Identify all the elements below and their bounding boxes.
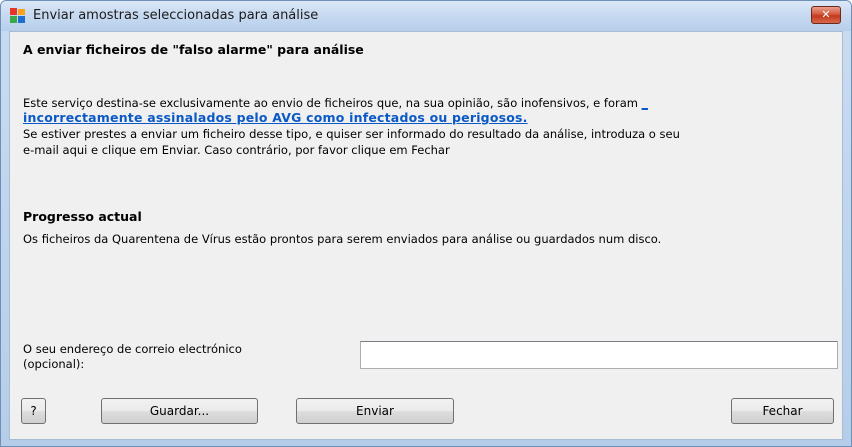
intro-line-2: incorrectamente assinalados pelo AVG com… bbox=[23, 110, 528, 125]
save-button[interactable]: Guardar... bbox=[101, 398, 258, 424]
progress-title: Progresso actual bbox=[23, 209, 142, 224]
dialog-content: A enviar ficheiros de "falso alarme" par… bbox=[9, 31, 843, 440]
send-button[interactable]: Enviar bbox=[296, 398, 454, 424]
close-window-button[interactable]: ✕ bbox=[811, 6, 841, 24]
email-label-line-2: (opcional): bbox=[23, 357, 85, 371]
avg-app-icon bbox=[10, 8, 25, 23]
intro-line-1: Este serviço destina-se exclusivamente a… bbox=[23, 95, 648, 110]
help-button[interactable]: ? bbox=[21, 398, 46, 424]
email-input[interactable] bbox=[360, 341, 838, 369]
title-bar[interactable]: Enviar amostras seleccionadas para análi… bbox=[1, 1, 851, 31]
close-icon: ✕ bbox=[821, 8, 831, 21]
intro-line-4: e-mail aqui e clique em Enviar. Caso con… bbox=[23, 143, 450, 157]
false-alarm-link[interactable]: incorrectamente assinalados pelo AVG com… bbox=[23, 110, 528, 125]
dialog-heading: A enviar ficheiros de "falso alarme" par… bbox=[23, 42, 364, 57]
close-button[interactable]: Fechar bbox=[731, 398, 834, 424]
window-title: Enviar amostras seleccionadas para análi… bbox=[33, 8, 319, 23]
intro-line-3: Se estiver prestes a enviar um ficheiro … bbox=[23, 127, 680, 141]
intro-text-1: Este serviço destina-se exclusivamente a… bbox=[23, 96, 642, 110]
dialog-window: Enviar amostras seleccionadas para análi… bbox=[0, 0, 852, 447]
email-label: O seu endereço de correio electrónico (o… bbox=[23, 342, 323, 372]
false-alarm-link-lead[interactable]: _ bbox=[642, 95, 648, 110]
email-label-line-1: O seu endereço de correio electrónico bbox=[23, 342, 242, 356]
progress-text: Os ficheiros da Quarentena de Vírus estã… bbox=[23, 232, 662, 246]
